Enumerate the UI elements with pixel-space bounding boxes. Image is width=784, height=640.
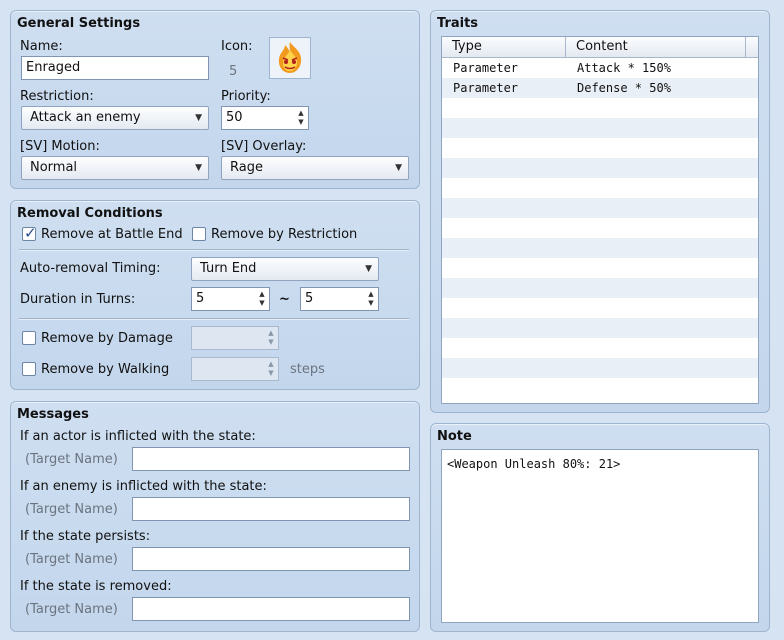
enemy-message-field[interactable]	[132, 497, 410, 521]
overlay-value: Rage	[230, 160, 263, 175]
table-row[interactable]	[442, 198, 758, 218]
target-name-label: (Target Name)	[25, 502, 118, 517]
trait-type-cell: Parameter	[453, 61, 519, 75]
duration-separator: ~	[279, 292, 290, 307]
restriction-value: Attack an enemy	[30, 110, 141, 125]
icon-index: 5	[229, 64, 238, 79]
priority-value: 50	[226, 110, 243, 125]
note-title: Note	[437, 429, 472, 444]
table-row[interactable]	[442, 118, 758, 138]
damage-stepper: ▲ ▼	[191, 326, 279, 350]
table-row[interactable]	[442, 298, 758, 318]
removed-message-label: If the state is removed:	[20, 579, 172, 594]
target-name-label: (Target Name)	[25, 552, 118, 567]
steps-label: steps	[290, 362, 325, 377]
actor-message-field[interactable]	[132, 447, 410, 471]
spin-arrows-icon: ▲ ▼	[268, 360, 274, 377]
target-name-label: (Target Name)	[25, 602, 118, 617]
icon-label: Icon:	[221, 39, 253, 54]
spin-arrows-icon: ▲ ▼	[268, 329, 274, 346]
duration-label: Duration in Turns:	[20, 292, 136, 307]
trait-content-cell: Attack * 150%	[577, 61, 671, 75]
dropdown-arrow-icon: ▼	[395, 163, 402, 173]
checkmark-icon: ✓	[24, 224, 37, 242]
removal-conditions-panel: Removal Conditions ✓ Remove at Battle En…	[10, 200, 420, 390]
traits-table-header: Type Content	[442, 37, 758, 58]
table-row[interactable]: Parameter Defense * 50%	[442, 78, 758, 98]
spin-arrows-icon[interactable]: ▲ ▼	[296, 109, 306, 127]
name-field[interactable]: Enraged	[21, 56, 209, 80]
dropdown-arrow-icon: ▼	[365, 264, 372, 274]
target-name-label: (Target Name)	[25, 452, 118, 467]
duration-min-stepper[interactable]: 5 ▲ ▼	[191, 287, 270, 311]
divider	[19, 318, 409, 320]
dropdown-arrow-icon: ▼	[195, 163, 202, 173]
motion-label: [SV] Motion:	[20, 139, 100, 154]
traits-table[interactable]: Type Content Parameter Attack * 150% Par…	[441, 36, 759, 404]
table-row[interactable]	[442, 378, 758, 398]
overlay-select[interactable]: Rage ▼	[221, 156, 409, 180]
general-settings-title: General Settings	[17, 16, 141, 31]
enemy-message-label: If an enemy is inflicted with the state:	[20, 479, 267, 494]
flame-face-icon	[278, 42, 302, 73]
table-row[interactable]	[442, 138, 758, 158]
by-walking-label[interactable]: Remove by Walking	[41, 362, 169, 377]
removal-conditions-title: Removal Conditions	[17, 206, 163, 221]
trait-content-cell: Defense * 50%	[577, 81, 671, 95]
messages-panel: Messages If an actor is inflicted with t…	[10, 401, 420, 632]
motion-value: Normal	[30, 160, 78, 175]
column-header-type[interactable]: Type	[442, 37, 566, 57]
table-row[interactable]	[442, 278, 758, 298]
timing-value: Turn End	[200, 261, 257, 276]
by-damage-checkbox[interactable]	[22, 331, 36, 345]
messages-title: Messages	[17, 407, 89, 422]
actor-message-label: If an actor is inflicted with the state:	[20, 429, 256, 444]
by-walking-checkbox[interactable]	[22, 362, 36, 376]
walking-stepper: ▲ ▼	[191, 357, 279, 381]
note-textarea[interactable]: <Weapon Unleash 80%: 21>	[441, 449, 759, 623]
table-row[interactable]	[442, 338, 758, 358]
icon-picker[interactable]	[269, 37, 311, 79]
by-restriction-label[interactable]: Remove by Restriction	[211, 227, 357, 242]
table-row[interactable]	[442, 238, 758, 258]
table-row[interactable]	[442, 258, 758, 278]
traits-title: Traits	[437, 16, 479, 31]
table-row[interactable]	[442, 218, 758, 238]
priority-stepper[interactable]: 50 ▲ ▼	[221, 106, 309, 130]
column-header-content[interactable]: Content	[566, 37, 746, 57]
by-restriction-checkbox[interactable]	[192, 227, 206, 241]
table-row[interactable]	[442, 318, 758, 338]
table-row[interactable]: Parameter Attack * 150%	[442, 58, 758, 78]
by-damage-label[interactable]: Remove by Damage	[41, 331, 173, 346]
duration-max-value: 5	[305, 291, 314, 306]
persists-message-label: If the state persists:	[20, 529, 151, 544]
table-row[interactable]	[442, 358, 758, 378]
timing-label: Auto-removal Timing:	[20, 261, 161, 276]
table-row[interactable]	[442, 178, 758, 198]
removed-message-field[interactable]	[132, 597, 410, 621]
overlay-label: [SV] Overlay:	[221, 139, 307, 154]
restriction-select[interactable]: Attack an enemy ▼	[21, 106, 209, 130]
note-panel: Note <Weapon Unleash 80%: 21>	[430, 423, 770, 632]
spin-arrows-icon[interactable]: ▲ ▼	[257, 290, 267, 308]
table-row[interactable]	[442, 158, 758, 178]
traits-panel: Traits Type Content Parameter Attack * 1…	[430, 10, 770, 413]
battle-end-checkbox[interactable]: ✓	[22, 224, 37, 242]
duration-max-stepper[interactable]: 5 ▲ ▼	[300, 287, 379, 311]
name-label: Name:	[20, 39, 63, 54]
duration-min-value: 5	[196, 291, 205, 306]
priority-label: Priority:	[221, 89, 271, 104]
trait-type-cell: Parameter	[453, 81, 519, 95]
dropdown-arrow-icon: ▼	[195, 113, 202, 123]
spin-arrows-icon[interactable]: ▲ ▼	[366, 290, 376, 308]
table-row[interactable]	[442, 98, 758, 118]
restriction-label: Restriction:	[20, 89, 94, 104]
battle-end-label[interactable]: Remove at Battle End	[41, 227, 183, 242]
persists-message-field[interactable]	[132, 547, 410, 571]
timing-select[interactable]: Turn End ▼	[191, 257, 379, 281]
divider	[19, 249, 409, 251]
motion-select[interactable]: Normal ▼	[21, 156, 209, 180]
general-settings-panel: General Settings Name: Enraged Icon: 5 R…	[10, 10, 420, 189]
